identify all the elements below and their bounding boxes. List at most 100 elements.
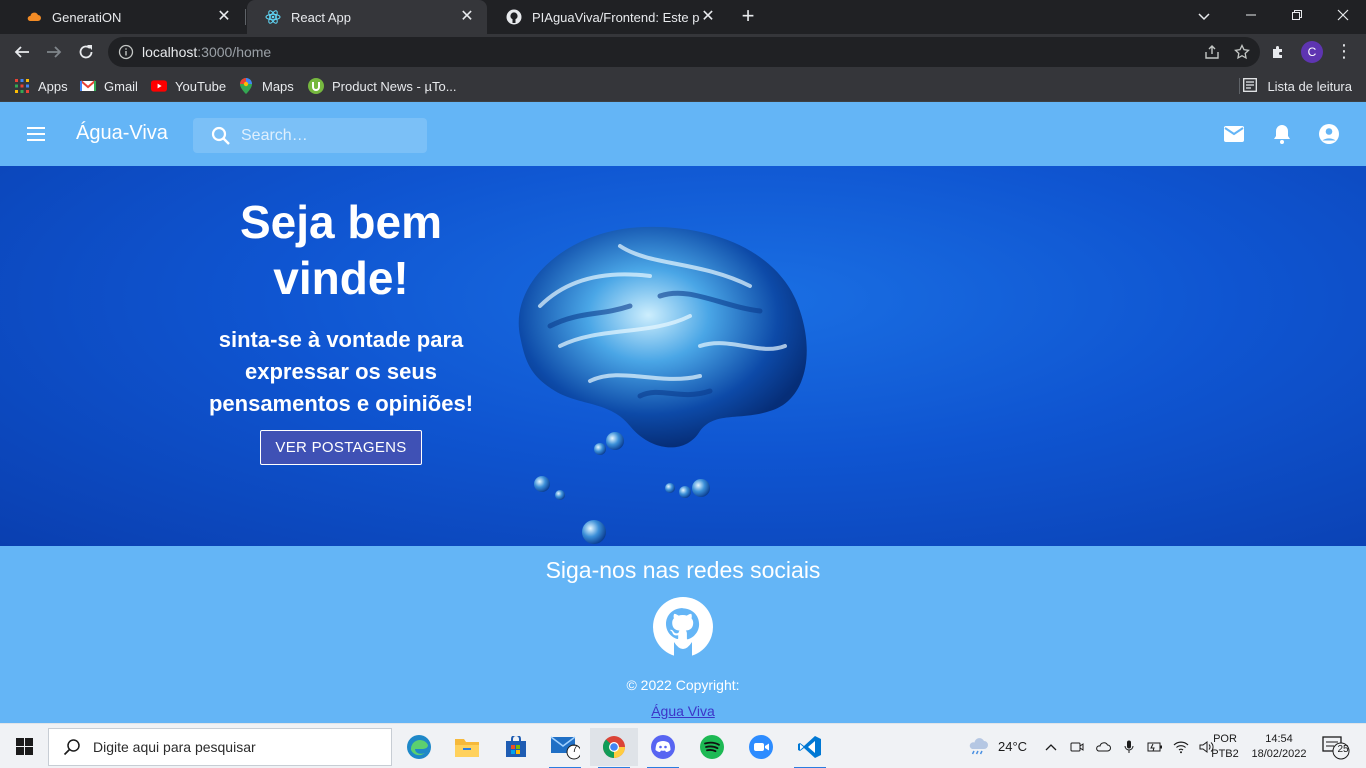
maps-pin-icon xyxy=(238,78,254,94)
search-icon xyxy=(63,738,81,756)
search-icon xyxy=(209,124,233,148)
hero-title: Seja bem vinde! xyxy=(240,196,442,304)
footer-title: Siga-nos nas redes sociais xyxy=(545,557,821,583)
restore-icon[interactable] xyxy=(1274,0,1320,30)
weather-rain-icon xyxy=(966,737,990,757)
share-icon[interactable] xyxy=(1202,42,1222,62)
vscode-icon[interactable] xyxy=(786,728,834,768)
system-tray-icons xyxy=(1042,724,1216,768)
bookmark-label: Maps xyxy=(262,78,294,94)
react-icon xyxy=(265,9,281,25)
bookmark-product-news[interactable]: Product News - µTo... xyxy=(308,76,457,96)
new-tab-button[interactable]: + xyxy=(736,5,760,29)
cloud-icon xyxy=(26,9,42,25)
browser-menu-icon[interactable]: ⋮ xyxy=(1334,40,1354,64)
footer: Siga-nos nas redes sociais © 2022 Copyri… xyxy=(0,546,1366,723)
copyright-text: © 2022 Copyright: xyxy=(626,677,740,693)
bookmark-label: Apps xyxy=(38,78,68,94)
copyright-link[interactable]: Água Viva xyxy=(0,703,1366,719)
tab-title: React App xyxy=(291,9,351,25)
tab-github[interactable]: PIAguaViva/Frontend: Este projeto ✕ xyxy=(488,0,728,34)
meet-now-icon[interactable] xyxy=(1068,738,1086,756)
close-window-icon[interactable] xyxy=(1320,0,1366,30)
account-circle-icon[interactable] xyxy=(1317,122,1341,146)
clock-time: 14:54 xyxy=(1265,733,1293,745)
apps-grid-icon xyxy=(14,78,30,94)
tab-react-app[interactable]: React App ✕ xyxy=(247,0,487,34)
tab-strip: GeneratiON ✕ React App ✕ PIAguaViva/Fron… xyxy=(0,0,1366,34)
profile-avatar[interactable]: C xyxy=(1301,41,1323,63)
bookmarks-bar: Apps Gmail YouTube Maps Product News - µ… xyxy=(0,70,1366,102)
chrome-icon[interactable] xyxy=(590,728,638,768)
back-icon[interactable] xyxy=(8,38,36,66)
notification-count: 25 xyxy=(1337,744,1349,755)
search-input[interactable] xyxy=(241,126,411,145)
url-host: localhost xyxy=(142,44,198,60)
bookmark-label: YouTube xyxy=(175,78,227,94)
bookmark-label: Gmail xyxy=(104,78,138,94)
tab-generation[interactable]: GeneratiON ✕ xyxy=(8,0,244,34)
hero-banner: Seja bem vinde! sinta-se à vontade para … xyxy=(0,166,1366,546)
clock[interactable]: 14:54 18/02/2022 xyxy=(1248,732,1310,762)
extensions-puzzle-icon[interactable] xyxy=(1268,42,1288,62)
address-bar[interactable]: localhost:3000/home xyxy=(108,37,1260,67)
tab-search-chevron-icon[interactable] xyxy=(1192,5,1216,29)
store-icon[interactable] xyxy=(492,728,540,766)
reading-list-icon xyxy=(1243,78,1259,94)
reload-icon[interactable] xyxy=(72,38,100,66)
bookmarks-divider xyxy=(1239,78,1240,94)
utorrent-icon xyxy=(308,78,324,94)
browser-toolbar: localhost:3000/home C ⋮ xyxy=(0,34,1366,70)
web-page: Água-Viva Seja bem vinde! sinta-se à von… xyxy=(0,102,1366,723)
bookmark-apps[interactable]: Apps xyxy=(14,76,68,96)
brand-title[interactable]: Água-Viva xyxy=(76,122,168,145)
reading-list-label: Lista de leitura xyxy=(1267,78,1352,94)
view-posts-button[interactable]: VER POSTAGENS xyxy=(260,430,422,465)
bookmark-youtube[interactable]: YouTube xyxy=(151,76,226,96)
tab-title: PIAguaViva/Frontend: Este projeto xyxy=(532,9,700,25)
microphone-icon[interactable] xyxy=(1120,738,1138,756)
taskbar-search-placeholder: Digite aqui para pesquisar xyxy=(93,739,256,755)
app-bar: Água-Viva xyxy=(0,102,1366,166)
search-box[interactable] xyxy=(193,118,427,153)
weather-widget[interactable]: 24°C xyxy=(966,724,1027,768)
zoom-icon[interactable] xyxy=(737,728,785,766)
onedrive-cloud-icon[interactable] xyxy=(1094,738,1112,756)
gmail-icon xyxy=(80,78,96,94)
clock-date: 18/02/2022 xyxy=(1251,748,1307,760)
edge-icon[interactable] xyxy=(395,728,443,766)
hero-text-block: Seja bem vinde! sinta-se à vontade para … xyxy=(190,194,492,465)
bookmark-gmail[interactable]: Gmail xyxy=(80,76,138,96)
reading-list[interactable]: Lista de leitura xyxy=(1243,76,1352,96)
close-tab-icon[interactable]: ✕ xyxy=(700,9,716,25)
wifi-icon[interactable] xyxy=(1172,738,1190,756)
close-tab-icon[interactable]: ✕ xyxy=(459,9,475,25)
notification-center-icon[interactable]: 25 xyxy=(1320,734,1352,760)
notifications-bell-icon[interactable] xyxy=(1270,122,1294,146)
mail-app-icon[interactable]: 7 xyxy=(541,728,589,768)
tab-divider xyxy=(245,9,246,25)
url-path: :3000/home xyxy=(197,44,272,60)
battery-plug-icon[interactable] xyxy=(1146,738,1164,756)
file-explorer-icon[interactable] xyxy=(443,728,491,766)
language-code: POR xyxy=(1213,733,1237,745)
input-language[interactable]: POR PTB2 xyxy=(1208,732,1242,762)
menu-icon[interactable] xyxy=(24,122,48,146)
discord-icon[interactable] xyxy=(639,728,687,768)
spotify-icon[interactable] xyxy=(688,728,736,766)
site-info-icon[interactable] xyxy=(118,44,134,60)
forward-icon[interactable] xyxy=(40,38,68,66)
bookmark-maps[interactable]: Maps xyxy=(238,76,294,96)
tab-title: GeneratiON xyxy=(52,9,122,25)
github-icon[interactable] xyxy=(652,596,714,658)
bookmark-star-icon[interactable] xyxy=(1232,42,1252,62)
github-icon xyxy=(506,9,522,25)
mail-icon[interactable] xyxy=(1222,122,1246,146)
close-tab-icon[interactable]: ✕ xyxy=(216,9,232,25)
chevron-up-icon[interactable] xyxy=(1042,738,1060,756)
omnibox-actions xyxy=(1202,42,1252,62)
windows-start-icon[interactable] xyxy=(0,724,48,768)
taskbar-search[interactable]: Digite aqui para pesquisar xyxy=(48,728,392,766)
weather-temperature: 24°C xyxy=(998,739,1028,754)
minimize-icon[interactable] xyxy=(1228,0,1274,30)
